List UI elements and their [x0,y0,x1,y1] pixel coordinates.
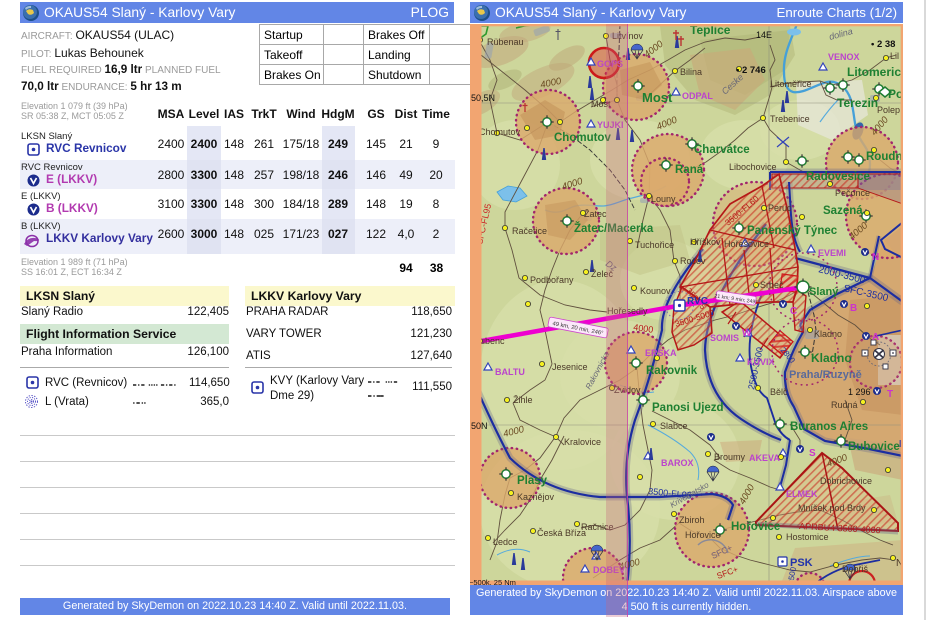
svg-text:Bělč: Bělč [770,387,788,397]
svg-text:Chomutov: Chomutov [479,127,521,137]
svg-text:Panosi Ujezd: Panosi Ujezd [652,402,724,414]
svg-text:Hořovice: Hořovice [685,530,721,540]
svg-text:Sazená: Sazená [823,205,863,217]
svg-text:Hořešovice: Hořešovice [724,239,769,249]
svg-text:Plasy: Plasy [517,475,548,487]
svg-text:KUVIX: KUVIX [747,357,775,367]
svg-text:Mníšek pod Brdy: Mníšek pod Brdy [798,503,866,513]
svg-text:Dobřiš: Dobřiš [842,564,869,574]
svg-text:Hostomice: Hostomice [786,532,829,542]
svg-text:Rudná: Rudná [831,400,858,410]
svg-text:Peruc: Peruc [768,203,792,213]
svg-text:Kladno: Kladno [811,351,852,365]
svg-text:Charvátce: Charvátce [694,144,750,156]
svg-text:Terezin: Terezin [837,96,878,110]
svg-text:Kralovice: Kralovice [564,437,601,447]
svg-text:Panenský Týnec: Panenský Týnec [747,225,838,237]
svg-text:Buranos Aires: Buranos Aires [790,421,868,433]
svg-text:Pečonce: Pečonce [835,188,870,198]
svg-text:PSK: PSK [790,557,813,569]
svg-text:Raná: Raná [675,164,704,176]
svg-text:Račetice: Račetice [512,226,547,236]
svg-text:VENOX: VENOX [828,52,860,62]
svg-text:Trebenice: Trebenice [770,114,810,124]
svg-text:Kladno: Kladno [814,329,842,339]
svg-text:Polep: Polep [877,105,900,115]
svg-text:Libochovice: Libochovice [729,162,777,172]
svg-text:BALTU: BALTU [495,367,525,377]
svg-text:ELMEK: ELMEK [786,489,818,499]
svg-text:Hříškov: Hříškov [690,237,721,247]
svg-text:ODPAL: ODPAL [682,91,713,101]
svg-text:W: W [742,328,752,339]
svg-text:Rakovnik: Rakovnik [646,365,698,377]
svg-text:Bilina: Bilina [680,67,702,77]
svg-text:• 2 38: • 2 38 [871,39,895,50]
svg-text:Slaný: Slaný [809,286,839,298]
svg-text:RVC: RVC [687,296,708,307]
svg-text:Zbiroh: Zbiroh [679,515,705,525]
svg-text:B: B [850,303,857,314]
svg-text:Bubovice: Bubovice [848,441,900,453]
svg-text:Žihle: Žihle [513,395,533,405]
svg-text:EVEMI: EVEMI [818,248,846,258]
svg-text:Srbeč: Srbeč [760,280,784,290]
svg-text:BAROX: BAROX [661,458,694,468]
svg-text:Praha/Ruzyně: Praha/Ruzyně [789,369,862,381]
svg-text:Dobrichovice: Dobrichovice [820,476,872,486]
svg-text:Česká Bříza: Česká Bříza [537,528,586,538]
svg-text:N: N [872,252,879,263]
svg-text:Slabce: Slabce [660,421,688,431]
svg-text:Tuchořice: Tuchořice [635,240,674,250]
svg-text:Chomutov: Chomutov [554,132,611,144]
svg-text:Žatec: Žatec [584,209,607,219]
svg-text:Ledce: Ledce [493,537,518,547]
svg-text:Kounov: Kounov [640,286,671,296]
svg-text:Louny: Louny [651,194,676,204]
svg-text:Podbořany: Podbořany [530,275,574,285]
svg-text:ERSKA: ERSKA [645,348,677,358]
svg-text:Roudn: Roudn [866,151,902,163]
svg-text:50,5N: 50,5N [471,93,495,103]
svg-text:Jesenice: Jesenice [552,362,588,372]
svg-text:Hořovice: Hořovice [731,521,780,533]
svg-text:Broumy: Broumy [714,452,746,462]
svg-text:1 296: 1 296 [848,387,871,397]
svg-text:Lil: Lil [890,51,899,61]
svg-text:AKEVA: AKEVA [749,453,780,463]
svg-text:Kaznějov: Kaznějov [517,492,555,502]
svg-text:SOMIS: SOMIS [710,333,739,343]
svg-text:14E: 14E [756,30,772,40]
svg-text:A: A [872,332,879,343]
svg-text:50N: 50N [471,421,488,431]
svg-text:Ročov: Ročov [680,256,706,266]
svg-text:C: C [790,306,797,317]
svg-text:Radovesice: Radovesice [806,171,870,183]
svg-text:S: S [809,448,816,459]
svg-text:Rübenau: Rübenau [487,37,524,47]
svg-text:T: T [887,389,893,400]
svg-text:Litoměřice: Litoměřice [770,79,812,89]
svg-text:Most: Most [642,90,673,105]
svg-text:Litomeric: Litomeric [847,65,901,79]
